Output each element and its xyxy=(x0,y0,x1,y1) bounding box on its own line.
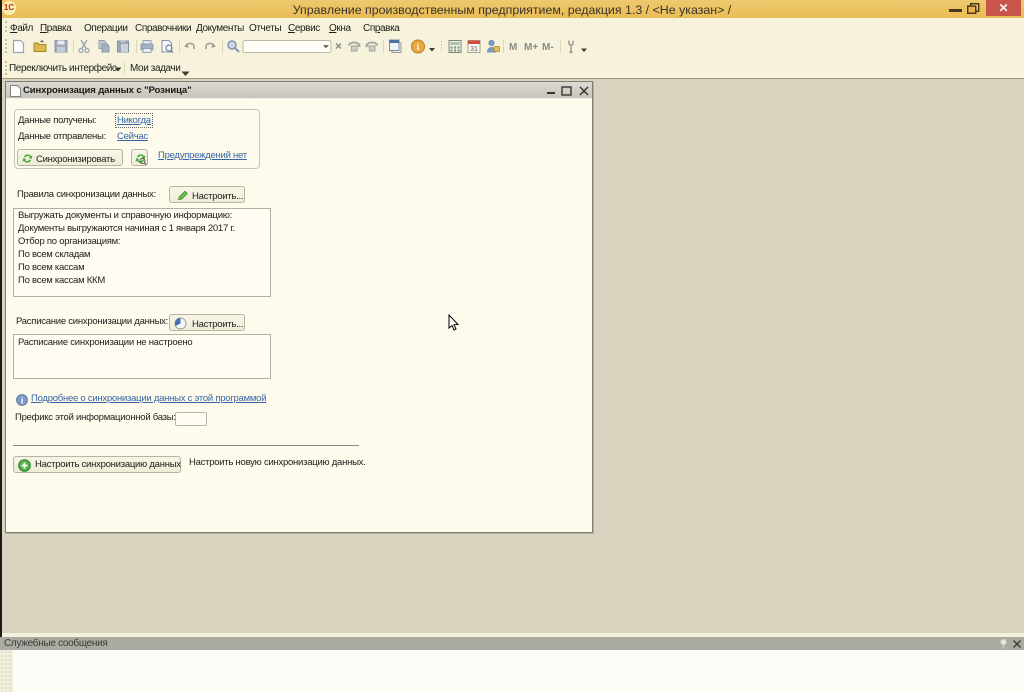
svg-text:31: 31 xyxy=(470,46,478,53)
svg-text:M: M xyxy=(509,42,517,53)
svg-text:M-: M- xyxy=(542,42,554,53)
svg-text:M+: M+ xyxy=(524,42,538,53)
